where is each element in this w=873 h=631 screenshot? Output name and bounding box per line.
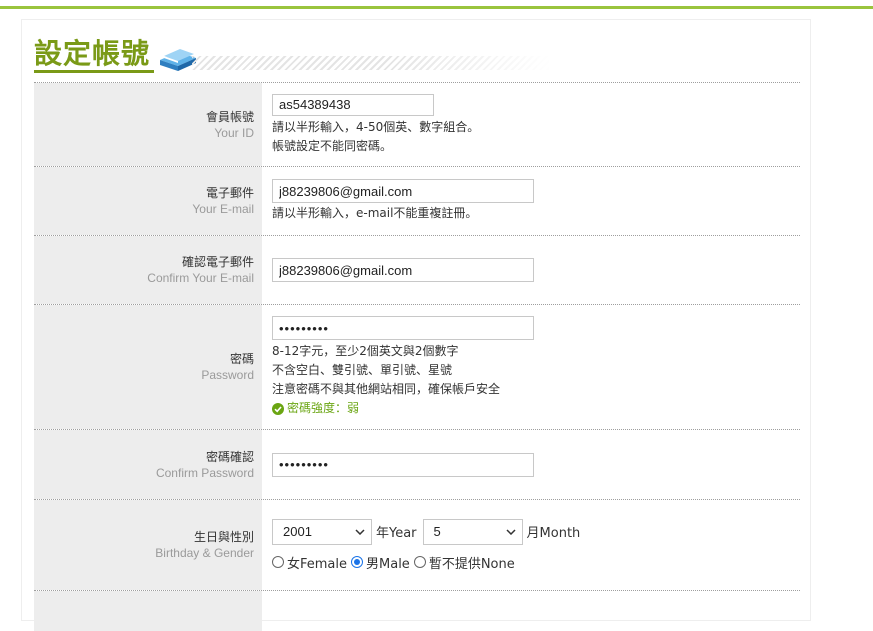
label-cell-confirm-password: 密碼確認 Confirm Password xyxy=(34,430,262,499)
confirm-password-input[interactable] xyxy=(272,452,534,477)
confirm-password-label-en: Confirm Password xyxy=(155,465,254,480)
password-strength: 密碼強度：弱 xyxy=(272,399,800,418)
row-confirm-email: 確認電子郵件 Confirm Your E-mail xyxy=(34,235,800,304)
birthday-selects: 2001 年Year 5 月Month xyxy=(272,518,800,545)
label-cell-password: 密碼 Password xyxy=(34,305,262,429)
label-cell-birthday-gender: 生日與性別 Birthday & Gender xyxy=(34,500,262,590)
month-suffix: 月Month xyxy=(526,526,581,541)
password-label-en: Password xyxy=(201,368,254,382)
user-id-label-en: Your ID xyxy=(214,125,254,140)
check-circle-icon xyxy=(272,402,284,415)
gender-male-label: 男Male xyxy=(366,556,410,572)
row-email: 電子郵件 Your E-mail 請以半形輸入，e-mail不能重複註冊。 xyxy=(34,166,800,235)
field-cell-birthday-gender: 2001 年Year 5 月Month 女Female 男Male 暫不提供No… xyxy=(262,500,800,590)
gender-option-none[interactable]: 暫不提供None xyxy=(413,553,515,572)
top-accent-rule xyxy=(0,6,873,9)
password-hint-3: 注意密碼不與其他網站相同，確保帳戶安全 xyxy=(272,382,501,396)
label-cell-user-id: 會員帳號 Your ID xyxy=(34,83,262,166)
user-id-input[interactable] xyxy=(272,93,434,116)
field-cell-confirm-email xyxy=(262,236,800,304)
label-cell-confirm-email: 確認電子郵件 Confirm Your E-mail xyxy=(34,236,262,304)
row-password: 密碼 Password 8-12字元，至少2個英文與2個數字 不含空白、雙引號、… xyxy=(34,304,800,429)
gender-option-male[interactable]: 男Male xyxy=(351,553,410,572)
radio-male[interactable] xyxy=(351,556,364,568)
password-input[interactable] xyxy=(272,316,534,340)
account-settings-panel: 設定帳號 會員帳號 Your ID 請以半形輸入，4-50個英、數字組合。 帳號… xyxy=(22,20,810,631)
confirm-email-input[interactable] xyxy=(272,258,534,282)
year-select[interactable]: 2001 xyxy=(272,518,372,545)
month-select-value: 5 xyxy=(433,524,441,539)
gender-female-label: 女Female xyxy=(287,556,348,572)
row-user-id: 會員帳號 Your ID 請以半形輸入，4-50個英、數字組合。 帳號設定不能同… xyxy=(34,82,800,166)
label-cell-email: 電子郵件 Your E-mail xyxy=(34,167,262,235)
email-label-en: Your E-mail xyxy=(192,202,254,216)
user-id-hint-2: 帳號設定不能同密碼。 xyxy=(272,138,393,153)
page-title: 設定帳號 xyxy=(34,37,151,70)
password-strength-text: 密碼強度：弱 xyxy=(287,401,360,415)
label-cell-next xyxy=(34,591,262,631)
decorative-stripe xyxy=(192,56,552,70)
user-id-label-zh: 會員帳號 xyxy=(205,109,254,124)
email-label-zh: 電子郵件 xyxy=(205,186,254,200)
password-label-zh: 密碼 xyxy=(229,352,254,366)
confirm-email-label-zh: 確認電子郵件 xyxy=(181,255,254,269)
field-cell-next xyxy=(262,591,800,631)
field-cell-email: 請以半形輸入，e-mail不能重複註冊。 xyxy=(262,167,800,235)
gender-radio-group: 女Female 男Male 暫不提供None xyxy=(272,553,800,572)
field-cell-user-id: 請以半形輸入，4-50個英、數字組合。 帳號設定不能同密碼。 xyxy=(262,83,800,166)
year-suffix: 年Year xyxy=(376,526,417,541)
row-birthday-gender: 生日與性別 Birthday & Gender 2001 年Year 5 月Mo… xyxy=(34,499,800,590)
row-confirm-password: 密碼確認 Confirm Password xyxy=(34,429,800,499)
chevron-down-icon xyxy=(506,528,516,535)
account-form: 會員帳號 Your ID 請以半形輸入，4-50個英、數字組合。 帳號設定不能同… xyxy=(34,82,800,631)
title-underline xyxy=(34,70,154,73)
email-input[interactable] xyxy=(272,179,534,203)
user-id-hint-1: 請以半形輸入，4-50個英、數字組合。 xyxy=(272,119,480,134)
field-cell-confirm-password xyxy=(262,430,800,499)
year-select-value: 2001 xyxy=(283,524,312,539)
birthday-gender-label-zh: 生日與性別 xyxy=(193,530,254,544)
radio-none[interactable] xyxy=(413,556,426,568)
confirm-password-label-zh: 密碼確認 xyxy=(205,449,254,464)
birthday-gender-label-en: Birthday & Gender xyxy=(155,546,254,560)
email-hint: 請以半形輸入，e-mail不能重複註冊。 xyxy=(272,206,478,220)
password-hint-1: 8-12字元，至少2個英文與2個數字 xyxy=(272,344,459,358)
section-header: 設定帳號 xyxy=(32,30,802,82)
password-hint-2: 不含空白、雙引號、單引號、星號 xyxy=(272,363,453,377)
chevron-down-icon xyxy=(355,528,365,535)
radio-female[interactable] xyxy=(272,556,284,568)
field-cell-password: 8-12字元，至少2個英文與2個數字 不含空白、雙引號、單引號、星號 注意密碼不… xyxy=(262,305,800,429)
row-next xyxy=(34,590,800,631)
gender-option-female[interactable]: 女Female xyxy=(272,553,347,572)
month-select[interactable]: 5 xyxy=(422,518,523,545)
gender-none-label: 暫不提供None xyxy=(428,556,515,572)
confirm-email-label-en: Confirm Your E-mail xyxy=(147,271,254,285)
